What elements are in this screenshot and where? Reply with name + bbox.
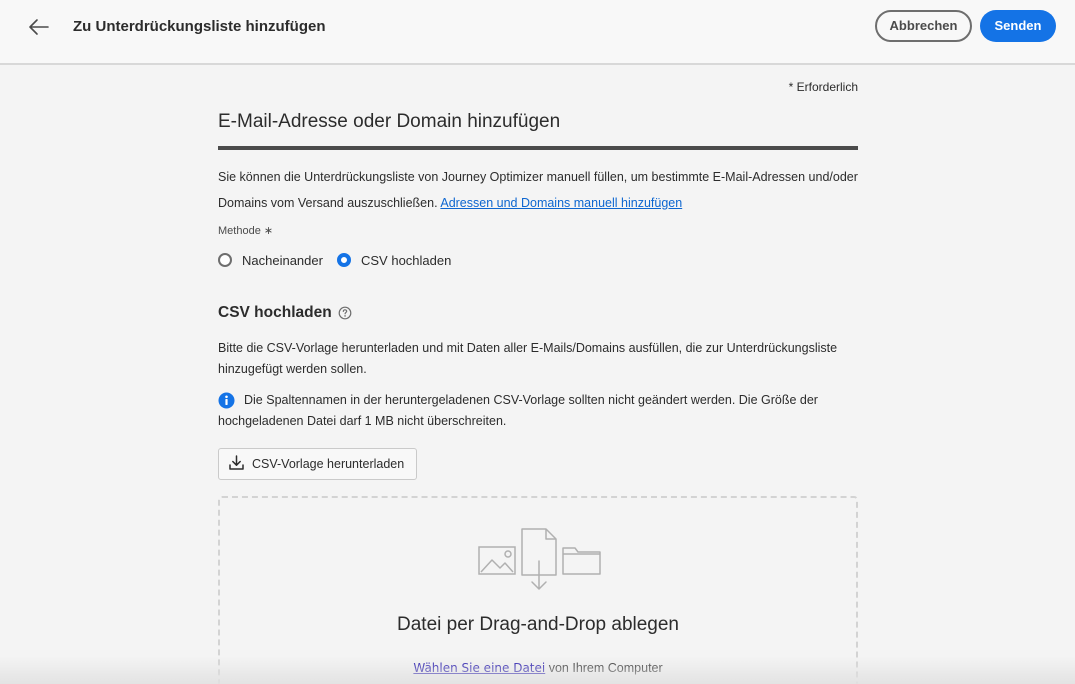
radio-one-by-one[interactable]: Nacheinander [218,251,323,269]
top-bar: Zu Unterdrückungsliste hinzufügen Abbrec… [0,0,1075,65]
image-icon [478,546,516,575]
folder-icon [562,547,601,575]
section-description: Sie können die Unterdrückungsliste von J… [218,165,858,216]
csv-title-text: CSV hochladen [218,304,332,321]
cancel-button[interactable]: Abbrechen [875,10,972,42]
radio-csv-upload[interactable]: CSV hochladen [337,251,451,269]
dropzone-title: Datei per Drag-and-Drop ablegen [397,614,679,635]
file-dropzone[interactable]: Datei per Drag-and-Drop ablegen Wählen S… [218,496,858,684]
required-note: * Erforderlich [788,80,858,94]
info-message: Die Spaltennamen in der heruntergeladene… [218,393,818,428]
download-template-button[interactable]: CSV-Vorlage herunterladen [218,448,417,480]
download-icon [228,454,245,474]
required-asterisk: ∗ [263,225,274,237]
send-button[interactable]: Senden [980,10,1056,42]
dropzone-subtitle: Wählen Sie eine Datei von Ihrem Computer [220,661,856,675]
choose-file-link[interactable]: Wählen Sie eine Datei [413,661,545,675]
manual-add-link[interactable]: Adressen und Domains manuell hinzufügen [440,196,682,210]
download-template-label: CSV-Vorlage herunterladen [252,457,405,471]
csv-description: Bitte die CSV-Vorlage herunterladen und … [218,341,838,376]
section-divider [218,146,858,150]
radio-label-csv-upload: CSV hochladen [361,252,452,268]
file-download-icon [521,528,557,590]
method-label: Methode ∗ [218,224,273,237]
radio-button-checked[interactable] [337,253,351,267]
csv-section-title: CSV hochladen [218,304,352,322]
method-label-text: Methode [218,225,261,237]
upload-illustration-icon [477,527,603,591]
help-icon[interactable] [338,306,352,320]
section-title: E-Mail-Adresse oder Domain hinzufügen [218,111,561,132]
radio-label-one-by-one: Nacheinander [242,252,323,268]
back-arrow-icon[interactable] [26,15,52,39]
choose-file-suffix: von Ihrem Computer [548,661,663,675]
page-title: Zu Unterdrückungsliste hinzufügen [73,18,326,35]
radio-button-unchecked[interactable] [218,253,232,267]
